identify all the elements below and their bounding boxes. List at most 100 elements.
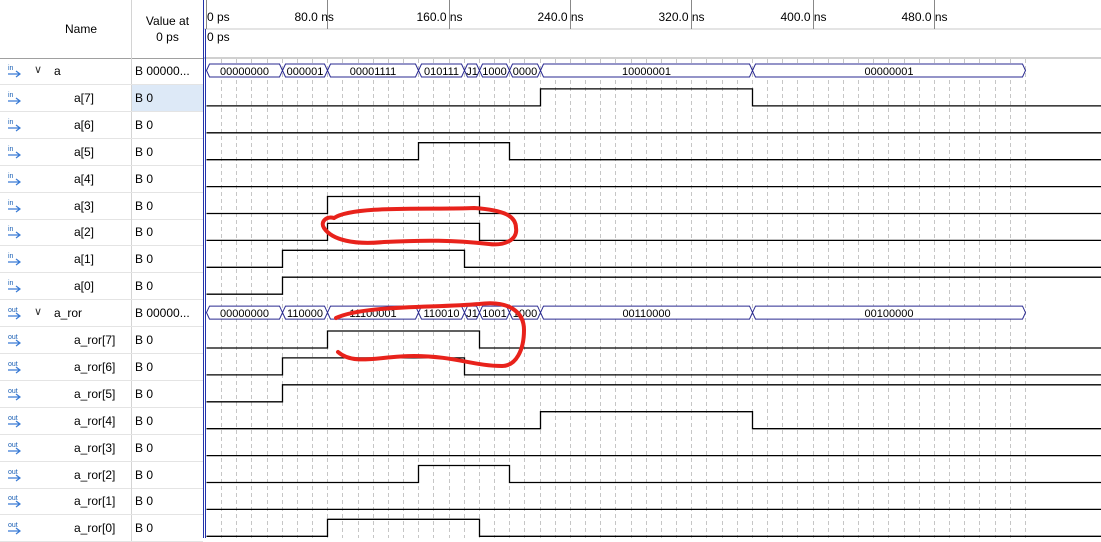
signal-name: a_ror[3] (74, 441, 115, 455)
signal-value: B 00000... (135, 306, 190, 320)
input-pin-icon: in (7, 63, 25, 79)
signal-waveform (207, 331, 1101, 348)
value-column-label-line2: 0 ps (156, 29, 179, 45)
input-pin-icon: in (7, 251, 25, 267)
input-pin-icon: in (7, 117, 25, 133)
svg-text:in: in (8, 65, 14, 72)
bus-value-label: J1 (466, 66, 478, 78)
signal-row[interactable]: out a_ror[4] B 0 (0, 408, 203, 435)
signal-value: B 0 (135, 225, 153, 239)
signal-row[interactable]: in a[6] B 0 (0, 112, 203, 139)
output-pin-icon: out (7, 520, 25, 536)
value-column-label-line1: Value at (146, 13, 189, 29)
time-tick-label: 320.0 ns (659, 10, 705, 24)
name-cell (31, 58, 132, 84)
signal-row[interactable]: out a_ror[3] B 0 (0, 435, 203, 462)
waveform-pane[interactable]: 0 ps 80.0 ns 160.0 ns 240.0 ns 320.0 ns 400.0… (204, 0, 1101, 538)
signal-name: a_ror[1] (74, 494, 115, 508)
signal-value: B 0 (135, 333, 153, 347)
signal-row[interactable]: out a_ror[1] B 0 (0, 488, 203, 515)
input-pin-icon: in (7, 224, 25, 240)
input-pin-icon: in (7, 278, 25, 294)
output-pin-icon: out (7, 359, 25, 375)
signal-name: a[7] (74, 91, 94, 105)
signal-name: a_ror[4] (74, 414, 115, 428)
signal-row[interactable]: ina[1]B 0 (0, 246, 203, 273)
input-pin-icon: in (7, 90, 25, 106)
svg-text:in: in (8, 280, 14, 287)
output-pin-icon: out (7, 467, 25, 483)
time-tick-label: 80.0 ns (295, 10, 334, 24)
signal-value: B 0 (135, 414, 153, 428)
collapse-chevron-icon[interactable]: ∨ (34, 63, 46, 77)
time-tick-label: 480.0 ns (902, 10, 948, 24)
signal-row[interactable]: outa_ror[5]B 0 (0, 381, 203, 408)
signal-row[interactable]: in∨aB 00000... (0, 58, 203, 85)
signal-name: a_ror[5] (74, 387, 115, 401)
signal-row[interactable]: out∨a_rorB 00000... (0, 300, 203, 327)
name-column-header[interactable]: Name (31, 0, 132, 58)
signal-waveform (207, 466, 1101, 483)
signal-value: B 0 (135, 360, 153, 374)
bus-value-label: 00000001 (865, 66, 914, 78)
input-pin-icon: in (7, 144, 25, 160)
signal-row[interactable]: in a[7] B 0 (0, 85, 203, 112)
cursor-time-label: 0 ps (207, 30, 230, 44)
bus-value-label: 00000000 (220, 66, 269, 78)
signal-name: a[2] (74, 225, 94, 239)
signal-waveform (207, 277, 1101, 294)
signal-row[interactable]: in a[0] B 0 (0, 273, 203, 300)
signal-value: B 0 (135, 468, 153, 482)
svg-text:in: in (8, 226, 14, 233)
signal-row[interactable]: ina[3]B 0 (0, 193, 203, 220)
bus-value-label: 110000 (287, 308, 323, 320)
signal-value: B 0 (135, 521, 153, 535)
bus-value-label: 000001 (287, 66, 324, 78)
collapse-chevron-icon[interactable]: ∨ (34, 305, 46, 319)
bus-value-label: 00110000 (622, 308, 670, 320)
signal-name: a_ror[2] (74, 468, 115, 482)
signal-value: B 0 (135, 118, 153, 132)
signal-list-panel: Name Value at 0 ps in∨aB 00000...ina[7]B… (0, 0, 203, 538)
svg-text:in: in (8, 119, 14, 126)
signal-value: B 0 (135, 91, 153, 105)
time-tick-label: 400.0 ns (781, 10, 827, 24)
svg-text:in: in (8, 173, 14, 180)
signal-row[interactable]: in a[2] B 0 (0, 219, 203, 246)
time-tick-label: 160.0 ns (417, 10, 463, 24)
svg-text:in: in (8, 253, 14, 260)
input-pin-icon: in (7, 198, 25, 214)
bus-value-label: 10000001 (622, 66, 671, 78)
signal-waveform (207, 89, 1101, 106)
output-pin-icon: out (7, 493, 25, 509)
bus-value-label: 010111 (424, 66, 459, 78)
signal-value: B 0 (135, 441, 153, 455)
signal-name: a[6] (74, 118, 94, 132)
svg-text:in: in (8, 92, 14, 99)
time-tick-label: 240.0 ns (538, 10, 584, 24)
signal-name: a_ror[7] (74, 333, 115, 347)
value-column-header[interactable]: Value at 0 ps (132, 0, 203, 58)
bus-value-label: 110010 (424, 308, 460, 320)
signal-value: B 0 (135, 279, 153, 293)
output-pin-icon: out (7, 440, 25, 456)
signal-row[interactable]: ina[4]B 0 (0, 166, 203, 193)
signal-name: a[5] (74, 145, 94, 159)
signal-row[interactable]: out a_ror[2] B 0 (0, 462, 203, 489)
bus-value-label: 00001111 (350, 66, 397, 78)
signal-value: B 0 (135, 172, 153, 186)
bus-value-label: 0000 (513, 66, 537, 78)
signal-value: B 0 (135, 145, 153, 159)
signal-name: a[0] (74, 279, 94, 293)
signal-row[interactable]: outa_ror[6]B 0 (0, 354, 203, 381)
signal-waveform (207, 385, 1101, 402)
signal-waveform (207, 412, 1101, 429)
signal-name: a[1] (74, 252, 94, 266)
name-column-label: Name (65, 22, 97, 36)
signal-waveform (207, 358, 1101, 375)
signal-value: B 0 (135, 494, 153, 508)
signal-row[interactable]: in a[5] B 0 (0, 139, 203, 166)
signal-waveform (207, 250, 1101, 267)
signal-row[interactable]: outa_ror[7]B 0 (0, 327, 203, 354)
output-pin-icon: out (7, 413, 25, 429)
